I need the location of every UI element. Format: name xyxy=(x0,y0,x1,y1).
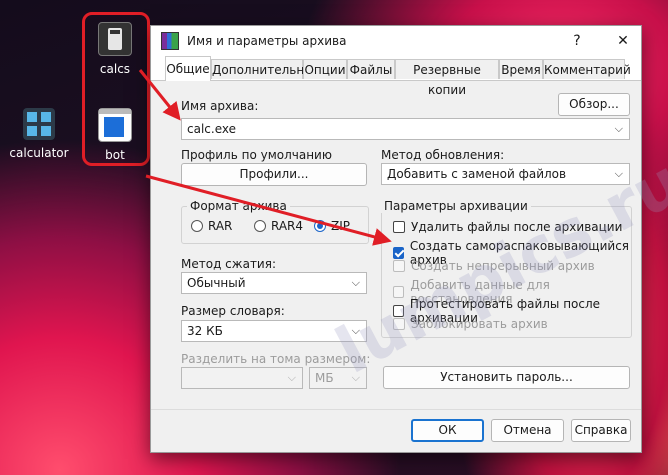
arrow-to-archive-name xyxy=(138,69,181,121)
annotation-arrows xyxy=(138,69,392,246)
arrow-to-sfx-option xyxy=(145,174,392,246)
